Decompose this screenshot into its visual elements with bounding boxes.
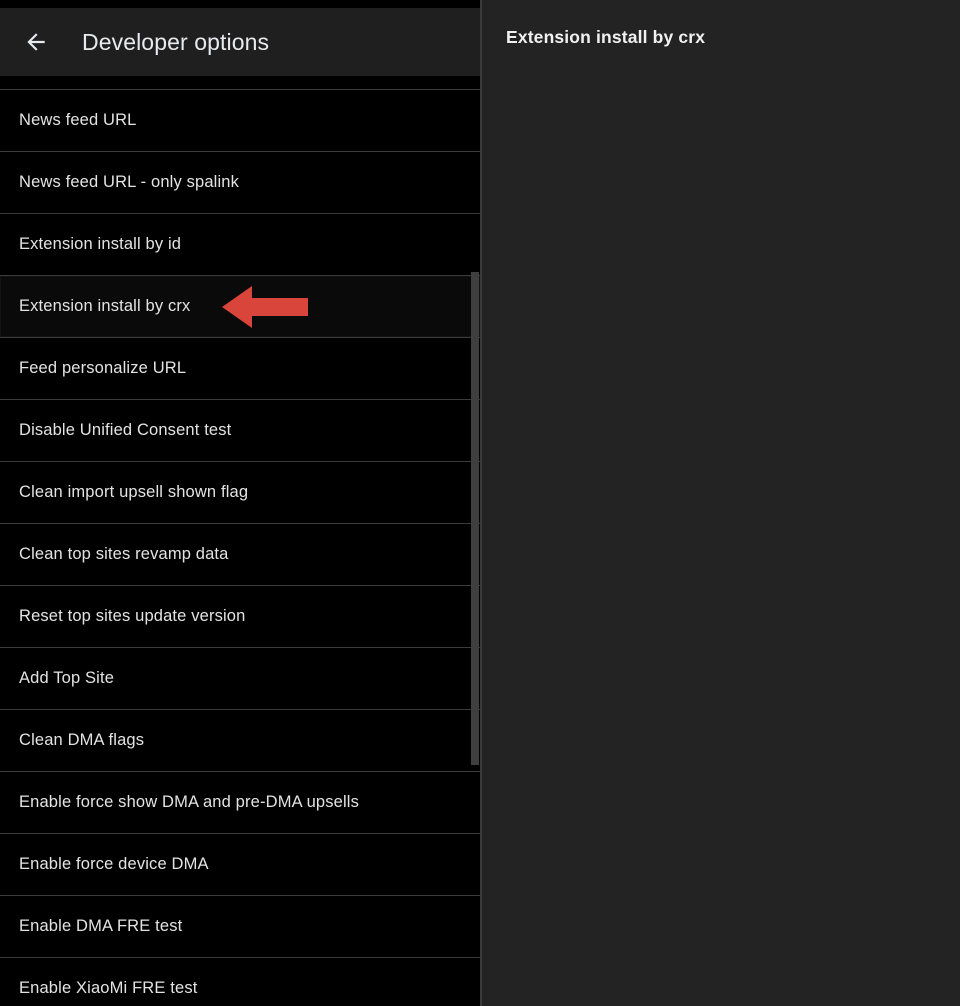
list-item[interactable]: Disable Unified Consent test bbox=[0, 399, 480, 461]
list-item[interactable]: Clean DMA flags bbox=[0, 709, 480, 771]
list-scrollbar-thumb[interactable] bbox=[471, 272, 479, 765]
list-item[interactable]: Reset top sites update version bbox=[0, 585, 480, 647]
list-item[interactable]: Enable force show DMA and pre-DMA upsell… bbox=[0, 771, 480, 833]
list-item[interactable]: Feed personalize URL bbox=[0, 337, 480, 399]
list-item-label: Clean import upsell shown flag bbox=[19, 483, 249, 501]
list-item-label: Clean top sites revamp data bbox=[19, 545, 229, 563]
list-item[interactable]: Enable DMA FRE test bbox=[0, 895, 480, 957]
list-item[interactable]: Enable XiaoMi FRE test bbox=[0, 957, 480, 1006]
list-item-label: Add Top Site bbox=[19, 669, 115, 687]
screen-root: Developer options News feed URL News feed… bbox=[0, 0, 960, 1006]
list-item[interactable]: Enable force device DMA bbox=[0, 833, 480, 895]
list-item[interactable]: Extension install by id bbox=[0, 213, 480, 275]
list-top-gap bbox=[0, 76, 480, 89]
list-item-label: Reset top sites update version bbox=[19, 607, 246, 625]
list-item-label: Disable Unified Consent test bbox=[19, 421, 232, 439]
list-item[interactable]: Extension install by crx bbox=[0, 275, 480, 337]
list-item-label: Enable DMA FRE test bbox=[19, 917, 183, 935]
list-scrollbar-track[interactable] bbox=[471, 89, 479, 1006]
list-item-label: Enable force device DMA bbox=[19, 855, 209, 873]
list-item-label: News feed URL bbox=[19, 111, 137, 129]
list-item-label: Clean DMA flags bbox=[19, 731, 145, 749]
list-item-label: Feed personalize URL bbox=[19, 359, 187, 377]
list-item[interactable]: Clean import upsell shown flag bbox=[0, 461, 480, 523]
list-item-label: News feed URL - only spalink bbox=[19, 173, 240, 191]
app-bar: Developer options bbox=[0, 8, 480, 76]
dialog-title: Extension install by crx bbox=[506, 27, 706, 47]
list-item[interactable]: News feed URL bbox=[0, 89, 480, 151]
page-title: Developer options bbox=[82, 28, 270, 55]
back-button[interactable] bbox=[16, 22, 56, 62]
list-item-label: Enable force show DMA and pre-DMA upsell… bbox=[19, 793, 359, 811]
developer-options-panel: Developer options News feed URL News feed… bbox=[0, 0, 480, 1006]
extension-install-dialog-panel: Extension install by crx CHOOSE .CRX FIL… bbox=[480, 0, 960, 1006]
list-item[interactable]: Clean top sites revamp data bbox=[0, 523, 480, 585]
preferences-list[interactable]: News feed URL News feed URL - only spalin… bbox=[0, 89, 480, 1006]
list-item-label: Extension install by crx bbox=[19, 297, 191, 315]
list-item[interactable]: News feed URL - only spalink bbox=[0, 151, 480, 213]
list-item-label: Enable XiaoMi FRE test bbox=[19, 979, 198, 997]
arrow-left-icon bbox=[23, 29, 49, 55]
list-item-label: Extension install by id bbox=[19, 235, 182, 253]
list-item[interactable]: Add Top Site bbox=[0, 647, 480, 709]
status-bar-strip bbox=[0, 0, 480, 8]
panel-divider bbox=[480, 0, 482, 1006]
